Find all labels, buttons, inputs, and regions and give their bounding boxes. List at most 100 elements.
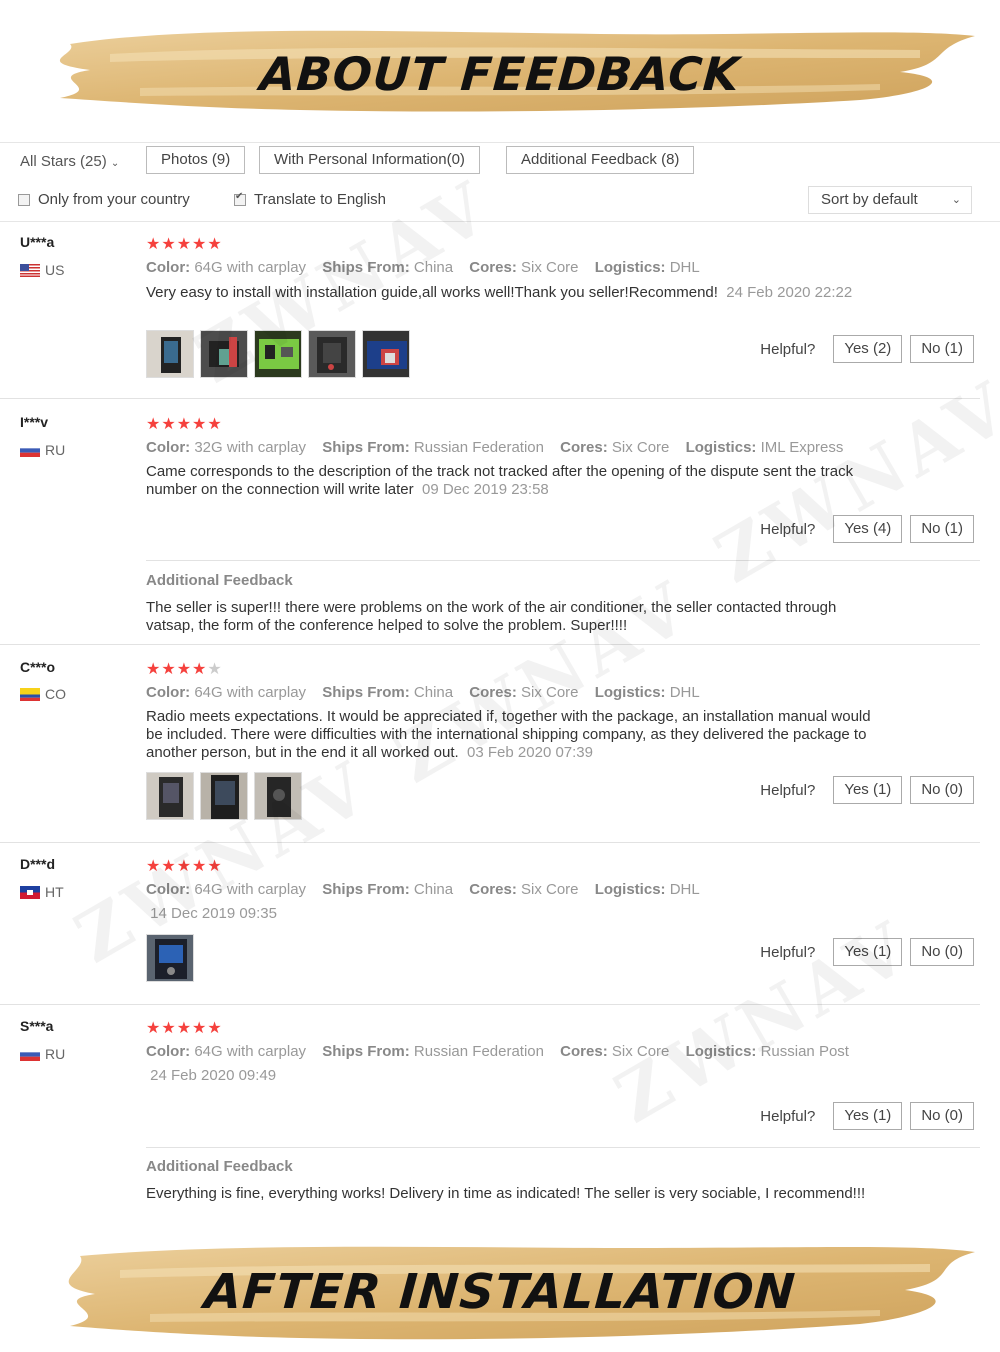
meta-value: DHL [669,259,700,276]
helpful-votes: Helpful? Yes (1) No (0) [760,776,974,804]
helpful-label: Helpful? [760,781,816,799]
photo-image [147,331,193,377]
meta-value: China [413,259,454,276]
review-photo[interactable] [200,772,248,820]
review-photo[interactable] [146,330,194,378]
meta-label: Ships From: [322,881,410,898]
reviewer-name: I***v [20,414,49,430]
photos-filter-button[interactable]: Photos (9) [146,146,246,174]
country-code: US [45,262,65,278]
review-date: 03 Feb 2020 07:39 [467,744,593,761]
meta-label: Color: [146,1043,191,1060]
meta-value: Russian Post [760,1043,849,1060]
review-photo[interactable] [308,330,356,378]
review-photo[interactable] [254,772,302,820]
banner-title: AFTER INSTALLATION [202,1264,798,1320]
photo-image [255,773,301,819]
helpful-votes: Helpful? Yes (1) No (0) [760,1102,974,1130]
review-date: 09 Dec 2019 23:58 [421,481,549,498]
meta-label: Cores: [469,684,517,701]
review-photo[interactable] [146,934,194,982]
ht-flag-icon [20,885,40,899]
star-rating: ★★★★★ [146,1020,223,1037]
photo-thumbnails [146,772,308,820]
review-photo[interactable] [200,330,248,378]
helpful-yes-button[interactable]: Yes (1) [833,776,903,804]
translate-checkbox[interactable] [234,191,246,206]
helpful-no-button[interactable]: No (1) [910,515,974,543]
photo-image [255,331,301,377]
translate-checkbox-row[interactable]: Translate to English [234,191,386,208]
meta-value: Six Core [520,259,579,276]
review-text: Came corresponds to the description of t… [146,463,886,499]
meta-label: Ships From: [322,259,410,276]
helpful-no-button[interactable]: No (0) [910,938,974,966]
review-text: Very easy to install with installation g… [146,284,886,302]
star-rating: ★★★★★ [146,661,223,678]
product-meta: Color: 64G with carplay Ships From: Chin… [146,881,700,898]
meta-label: Ships From: [322,1043,410,1060]
country-code: RU [45,442,66,458]
personal-info-filter-button[interactable]: With Personal Information(0) [259,146,480,174]
us-flag-icon [20,263,40,277]
review-text: 14 Dec 2019 09:35 [146,905,886,923]
meta-value: 64G with carplay [194,684,307,701]
ru-flag-icon [20,443,40,457]
photo-thumbnails [146,330,416,378]
helpful-votes: Helpful? Yes (4) No (1) [760,515,974,543]
additional-feedback-filter-button[interactable]: Additional Feedback (8) [506,146,695,174]
photo-image [201,331,247,377]
meta-value: DHL [669,684,700,701]
photo-image [363,331,409,377]
only-country-checkbox[interactable] [18,193,30,206]
product-meta: Color: 64G with carplay Ships From: Russ… [146,1043,849,1060]
review-photo[interactable] [146,772,194,820]
review-date: 24 Feb 2020 09:49 [150,1067,277,1084]
chevron-down-icon: ⌄ [951,194,961,206]
meta-value: IML Express [760,439,844,456]
chevron-down-icon: ⌄ [110,158,120,169]
sort-select[interactable]: Sort by default ⌄ [808,186,972,214]
review-photo[interactable] [362,330,410,378]
country-code: HT [45,884,64,900]
helpful-no-button[interactable]: No (0) [910,1102,974,1130]
meta-value: China [413,881,454,898]
review-text: 24 Feb 2020 09:49 [146,1067,886,1085]
meta-value: Six Core [520,684,579,701]
meta-label: Logistics: [594,684,666,701]
helpful-no-button[interactable]: No (0) [910,776,974,804]
helpful-label: Helpful? [760,1107,816,1125]
sort-value: Sort by default [821,191,918,208]
divider [0,398,980,399]
helpful-yes-button[interactable]: Yes (2) [833,335,903,363]
helpful-yes-button[interactable]: Yes (4) [833,515,903,543]
helpful-no-button[interactable]: No (1) [910,335,974,363]
only-country-checkbox-row[interactable]: Only from your country [18,191,190,208]
meta-label: Cores: [469,881,517,898]
review-photo[interactable] [254,330,302,378]
helpful-yes-button[interactable]: Yes (1) [833,938,903,966]
product-meta: Color: 64G with carplay Ships From: Chin… [146,684,700,701]
meta-value: 32G with carplay [194,439,307,456]
meta-label: Cores: [560,439,608,456]
helpful-votes: Helpful? Yes (1) No (0) [760,938,974,966]
helpful-yes-button[interactable]: Yes (1) [833,1102,903,1130]
meta-label: Logistics: [685,439,757,456]
star-rating: ★★★★★ [146,416,223,433]
top-banner: ABOUT FEEDBACK [0,14,1000,124]
reviewer-name: U***a [20,234,55,250]
divider [0,1004,980,1005]
meta-value: 64G with carplay [194,1043,307,1060]
meta-label: Cores: [560,1043,608,1060]
all-stars-dropdown[interactable]: All Stars (25) ⌄ [20,153,119,170]
country-code: CO [45,686,66,702]
filter-bar: All Stars (25) ⌄ Photos (9) With Persona… [0,142,1000,222]
reviewer-country: CO [20,686,66,702]
meta-label: Ships From: [322,439,410,456]
meta-value: Six Core [611,1043,670,1060]
reviewer-name: C***o [20,659,56,675]
helpful-label: Helpful? [760,340,816,358]
only-country-label: Only from your country [38,191,190,208]
meta-value: China [413,684,454,701]
reviewer-country: RU [20,1046,65,1062]
